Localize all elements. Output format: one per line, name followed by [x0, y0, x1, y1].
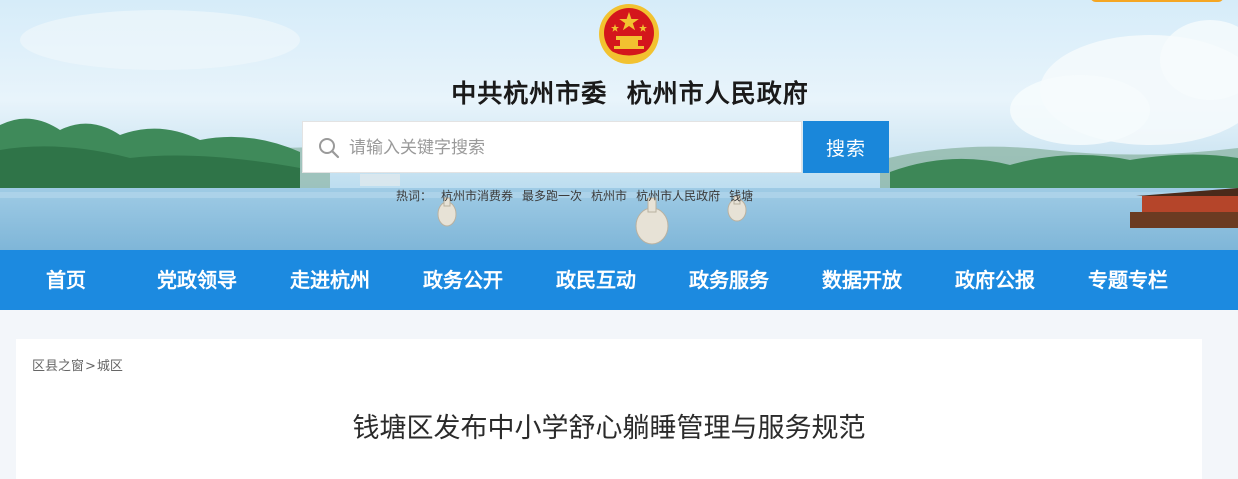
nav-item-gazette[interactable]: 政府公报	[955, 250, 1035, 310]
article-card: 区县之窗>城区 钱塘区发布中小学舒心躺睡管理与服务规范	[16, 339, 1202, 479]
nav-item-special-topics[interactable]: 专题专栏	[1088, 250, 1168, 310]
search-input[interactable]	[347, 122, 791, 174]
nav-item-gov-affairs[interactable]: 政务公开	[423, 250, 503, 310]
main-nav: 首页 党政领导 走进杭州 政务公开 政民互动 政务服务 数据开放 政府公报 专题…	[0, 250, 1238, 310]
article-title: 钱塘区发布中小学舒心躺睡管理与服务规范	[352, 413, 866, 444]
header-banner: 中共杭州市委 杭州市人民政府 搜索 热词：杭州市消费券最多跑一次杭州市杭州市人民…	[0, 0, 1238, 250]
breadcrumb-separator: >	[85, 359, 96, 374]
hot-word-link[interactable]: 杭州市消费券	[441, 189, 513, 203]
breadcrumb-item-districts[interactable]: 区县之窗	[32, 359, 84, 374]
site-title-party: 中共杭州市委	[451, 79, 608, 108]
hot-word-link[interactable]: 杭州市人民政府	[636, 189, 720, 203]
nav-item-interaction[interactable]: 政民互动	[556, 250, 636, 310]
search-icon	[319, 138, 340, 159]
breadcrumb: 区县之窗>城区	[32, 355, 123, 374]
site-title: 中共杭州市委 杭州市人民政府	[0, 74, 1238, 110]
national-emblem-icon	[599, 4, 659, 64]
nav-item-open-data[interactable]: 数据开放	[822, 250, 902, 310]
hot-words-label: 热词：	[396, 189, 433, 203]
site-title-government: 杭州市人民政府	[626, 79, 809, 108]
hot-words: 热词： 杭州市消费券 最多跑一次 杭州市 杭州市人民政府 钱塘	[396, 187, 762, 205]
hot-word-link[interactable]: 杭州市	[591, 189, 627, 203]
top-corner-tab[interactable]	[1090, 0, 1224, 2]
hot-word-link[interactable]: 钱塘	[729, 189, 753, 203]
nav-item-party-leaders[interactable]: 党政领导	[157, 250, 237, 310]
nav-item-about-hangzhou[interactable]: 走进杭州	[290, 250, 370, 310]
search-button[interactable]: 搜索	[803, 121, 889, 173]
search-box	[302, 121, 802, 174]
nav-item-gov-services[interactable]: 政务服务	[689, 250, 769, 310]
breadcrumb-item-urban[interactable]: 城区	[97, 359, 123, 374]
nav-item-home[interactable]: 首页	[46, 250, 86, 310]
hot-word-link[interactable]: 最多跑一次	[522, 189, 582, 203]
